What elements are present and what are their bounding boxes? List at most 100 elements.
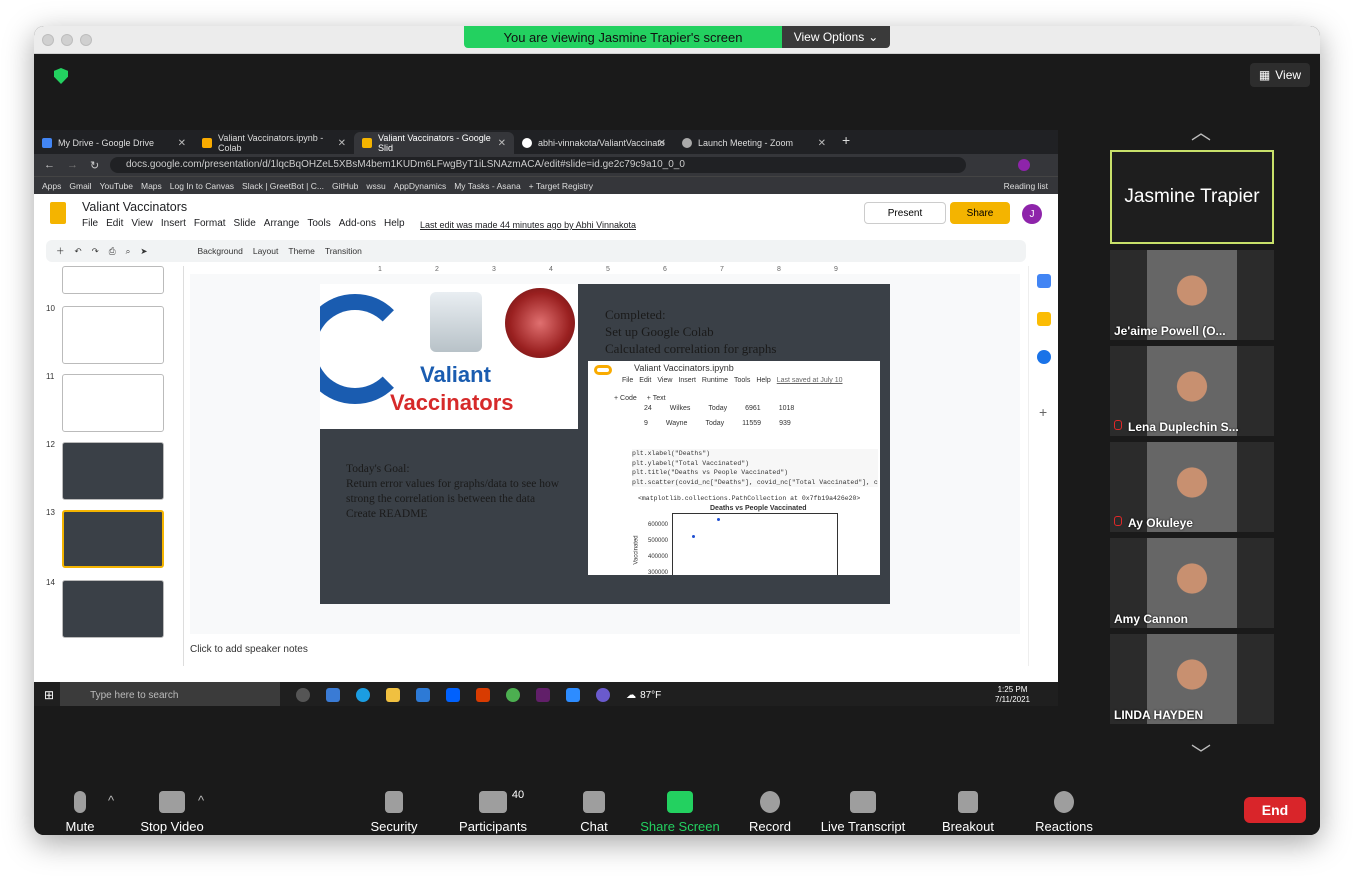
reactions-button[interactable]: Reactions [1034, 791, 1094, 834]
participant-tile-active-speaker[interactable]: Jasmine Trapier [1110, 150, 1274, 244]
present-button[interactable]: Present [864, 202, 946, 224]
forward-icon[interactable]: → [67, 159, 78, 171]
breakout-rooms-button[interactable]: Breakout Rooms [920, 791, 1016, 835]
close-tab-icon[interactable]: ✕ [178, 138, 186, 149]
maximize-window-button[interactable] [80, 34, 92, 46]
live-transcript-button[interactable]: Live Transcript [818, 791, 908, 834]
help-icon[interactable] [596, 688, 611, 702]
close-tab-icon[interactable]: ✕ [658, 138, 666, 149]
dropbox-icon[interactable] [446, 688, 461, 702]
menu-format[interactable]: Format [194, 218, 226, 229]
toolbar-transition[interactable]: Transition [325, 246, 362, 256]
menu-view[interactable]: View [131, 218, 153, 229]
current-slide[interactable]: Valiant Vaccinators Completed: Set up Go… [320, 284, 890, 604]
close-tab-icon[interactable]: ✕ [498, 138, 506, 149]
gallery-down-chevron-icon[interactable]: ﹀ [1184, 745, 1218, 765]
participant-tile[interactable]: LINDA HAYDEN [1110, 634, 1274, 724]
menu-slide[interactable]: Slide [234, 218, 256, 229]
calendar-icon[interactable] [1037, 274, 1051, 288]
close-window-button[interactable] [42, 34, 54, 46]
menu-addons[interactable]: Add-ons [339, 218, 376, 229]
slide-thumbnail[interactable] [62, 306, 164, 364]
user-avatar[interactable]: J [1022, 204, 1042, 224]
slide-thumbnail[interactable] [62, 442, 164, 500]
mail-icon[interactable] [326, 688, 341, 702]
browser-tab[interactable]: abhi-vinnakota/ValiantVaccinato ✕ [514, 132, 674, 154]
taskbar-search[interactable]: Type here to search [60, 682, 281, 706]
presentation-title[interactable]: Valiant Vaccinators [82, 200, 187, 214]
reload-icon[interactable]: ↻ [90, 159, 99, 172]
print-icon[interactable]: ⎙ [109, 246, 116, 257]
select-icon[interactable]: ➤ [140, 246, 147, 257]
close-tab-icon[interactable]: ✕ [818, 138, 826, 149]
menu-insert[interactable]: Insert [161, 218, 186, 229]
toolbar-background[interactable]: Background [197, 246, 242, 256]
end-meeting-button[interactable]: End [1244, 797, 1306, 823]
view-button[interactable]: ▦ View [1250, 63, 1310, 87]
bookmark-slack[interactable]: Slack | GreetBot | C... [242, 181, 324, 191]
bookmark-github[interactable]: GitHub [332, 181, 358, 191]
windows-start-icon[interactable]: ⊞ [44, 688, 54, 702]
reading-list[interactable]: Reading list [1004, 181, 1048, 191]
undo-icon[interactable]: ↶ [75, 246, 82, 257]
browser-tab[interactable]: Valiant Vaccinators.ipynb - Colab ✕ [194, 132, 354, 154]
participant-tile[interactable]: Ay Okuleye [1110, 442, 1274, 532]
edge-icon[interactable] [356, 688, 371, 702]
record-button[interactable]: Record [746, 791, 794, 834]
file-explorer-icon[interactable] [386, 688, 401, 702]
profile-avatar[interactable] [1018, 159, 1030, 171]
encryption-shield-icon[interactable] [54, 68, 68, 84]
browser-tab[interactable]: My Drive - Google Drive ✕ [34, 132, 194, 154]
taskbar-clock[interactable]: 1:25 PM 7/11/2021 [995, 685, 1030, 705]
redo-icon[interactable]: ↷ [92, 246, 99, 257]
bookmark-youtube[interactable]: YouTube [100, 181, 133, 191]
participant-tile[interactable]: Amy Cannon [1110, 538, 1274, 628]
office-icon[interactable] [476, 688, 491, 702]
toolbar-layout[interactable]: Layout [253, 246, 279, 256]
slide-thumbnail[interactable] [62, 266, 164, 294]
participant-tile[interactable]: Lena Duplechin S... [1110, 346, 1274, 436]
browser-tab[interactable]: Launch Meeting - Zoom ✕ [674, 132, 834, 154]
add-icon[interactable]: ＋ [56, 245, 65, 257]
bookmark-asana[interactable]: My Tasks - Asana [454, 181, 520, 191]
bookmark-target[interactable]: + Target Registry [529, 181, 593, 191]
new-tab-button[interactable]: + [842, 132, 850, 154]
slides-logo-icon[interactable] [50, 202, 66, 224]
participant-tile[interactable]: Je'aime Powell (O... [1110, 250, 1274, 340]
bookmark-wssu[interactable]: wssu [366, 181, 385, 191]
share-screen-button[interactable]: Share Screen [640, 791, 720, 834]
menu-file[interactable]: File [82, 218, 98, 229]
close-tab-icon[interactable]: ✕ [338, 138, 346, 149]
slide-thumbnail[interactable] [62, 580, 164, 638]
minimize-window-button[interactable] [61, 34, 73, 46]
menu-tools[interactable]: Tools [307, 218, 330, 229]
slack-icon[interactable] [536, 688, 551, 702]
browser-tab-active[interactable]: Valiant Vaccinators - Google Slid ✕ [354, 132, 514, 154]
bookmark-apps[interactable]: Apps [42, 181, 61, 191]
toolbar-theme[interactable]: Theme [288, 246, 314, 256]
bookmark-appdynamics[interactable]: AppDynamics [394, 181, 446, 191]
bookmark-maps[interactable]: Maps [141, 181, 162, 191]
chat-button[interactable]: Chat [574, 791, 614, 834]
url-field[interactable]: docs.google.com/presentation/d/1lqcBqOHZ… [110, 157, 966, 173]
tasks-icon[interactable] [1037, 350, 1051, 364]
security-button[interactable]: Security [368, 791, 420, 834]
chrome-icon[interactable] [506, 688, 521, 702]
bookmark-canvas[interactable]: Log In to Canvas [170, 181, 234, 191]
view-options-button[interactable]: View Options ⌄ [782, 26, 890, 48]
slide-thumbnail[interactable] [62, 374, 164, 432]
menu-arrange[interactable]: Arrange [264, 218, 300, 229]
slide-thumbnail-selected[interactable] [62, 510, 164, 568]
audio-options-chevron-icon[interactable]: ^ [104, 793, 118, 808]
zoom-icon[interactable]: ⌕ [126, 246, 131, 257]
keep-icon[interactable] [1037, 312, 1051, 326]
back-icon[interactable]: ← [44, 159, 55, 171]
store-icon[interactable] [416, 688, 431, 702]
zoom-icon[interactable] [566, 688, 581, 702]
add-addon-icon[interactable]: + [1039, 404, 1047, 420]
last-edit-link[interactable]: Last edit was made 44 minutes ago by Abh… [420, 220, 636, 230]
bookmark-gmail[interactable]: Gmail [69, 181, 91, 191]
gallery-up-chevron-icon[interactable]: ︿ [1184, 123, 1218, 143]
menu-edit[interactable]: Edit [106, 218, 123, 229]
menu-help[interactable]: Help [384, 218, 405, 229]
